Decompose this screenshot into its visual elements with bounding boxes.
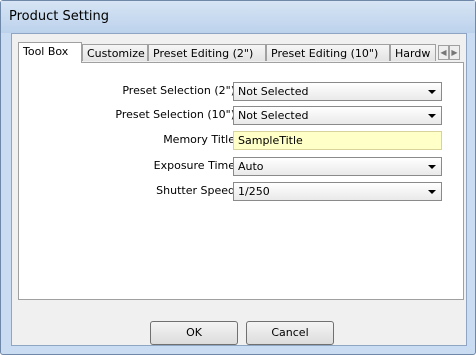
- preset-selection-2-dropdown[interactable]: Not Selected: [233, 82, 442, 101]
- chevron-right-icon[interactable]: ▶: [449, 45, 460, 60]
- preset-selection-10-label: Preset Selection (10"): [115, 108, 235, 121]
- memory-title-label: Memory Title: [163, 133, 235, 146]
- chevron-down-icon: [428, 90, 436, 94]
- tab-customize[interactable]: Customize: [82, 44, 148, 61]
- exposure-time-dropdown[interactable]: Auto: [233, 157, 442, 176]
- tab-preset-editing-10[interactable]: Preset Editing (10"): [266, 44, 390, 61]
- product-setting-window: Product Setting Tool Box Customize Prese…: [0, 0, 476, 355]
- memory-title-input[interactable]: SampleTitle: [233, 131, 442, 150]
- shutter-speed-label: Shutter Speed: [156, 184, 235, 197]
- preset-selection-10-value: Not Selected: [238, 109, 309, 122]
- tab-hardware[interactable]: Hardw: [390, 44, 436, 61]
- tool-box-panel: Preset Selection (2") Not Selected Prese…: [18, 62, 464, 300]
- exposure-time-value: Auto: [238, 160, 264, 173]
- exposure-time-label: Exposure Time: [153, 159, 235, 172]
- chevron-down-icon: [428, 114, 436, 118]
- chevron-down-icon: [428, 190, 436, 194]
- ok-button[interactable]: OK: [150, 321, 238, 345]
- chevron-down-icon: [428, 165, 436, 169]
- preset-selection-2-value: Not Selected: [238, 85, 309, 98]
- shutter-speed-dropdown[interactable]: 1/250: [233, 182, 442, 201]
- tab-strip: Tool Box Customize Preset Editing (2") P…: [18, 42, 464, 63]
- preset-selection-2-label: Preset Selection (2"): [122, 84, 235, 97]
- preset-selection-10-dropdown[interactable]: Not Selected: [233, 106, 442, 125]
- tab-tool-box[interactable]: Tool Box: [18, 42, 82, 63]
- shutter-speed-value: 1/250: [238, 185, 270, 198]
- memory-title-value: SampleTitle: [238, 134, 303, 147]
- window-title: Product Setting: [9, 9, 110, 24]
- title-bar[interactable]: Product Setting: [1, 1, 475, 33]
- chevron-left-icon[interactable]: ◀: [438, 45, 449, 60]
- tab-preset-editing-2[interactable]: Preset Editing (2"): [148, 44, 266, 61]
- cancel-button[interactable]: Cancel: [246, 321, 334, 345]
- dialog-body: Tool Box Customize Preset Editing (2") P…: [11, 33, 467, 346]
